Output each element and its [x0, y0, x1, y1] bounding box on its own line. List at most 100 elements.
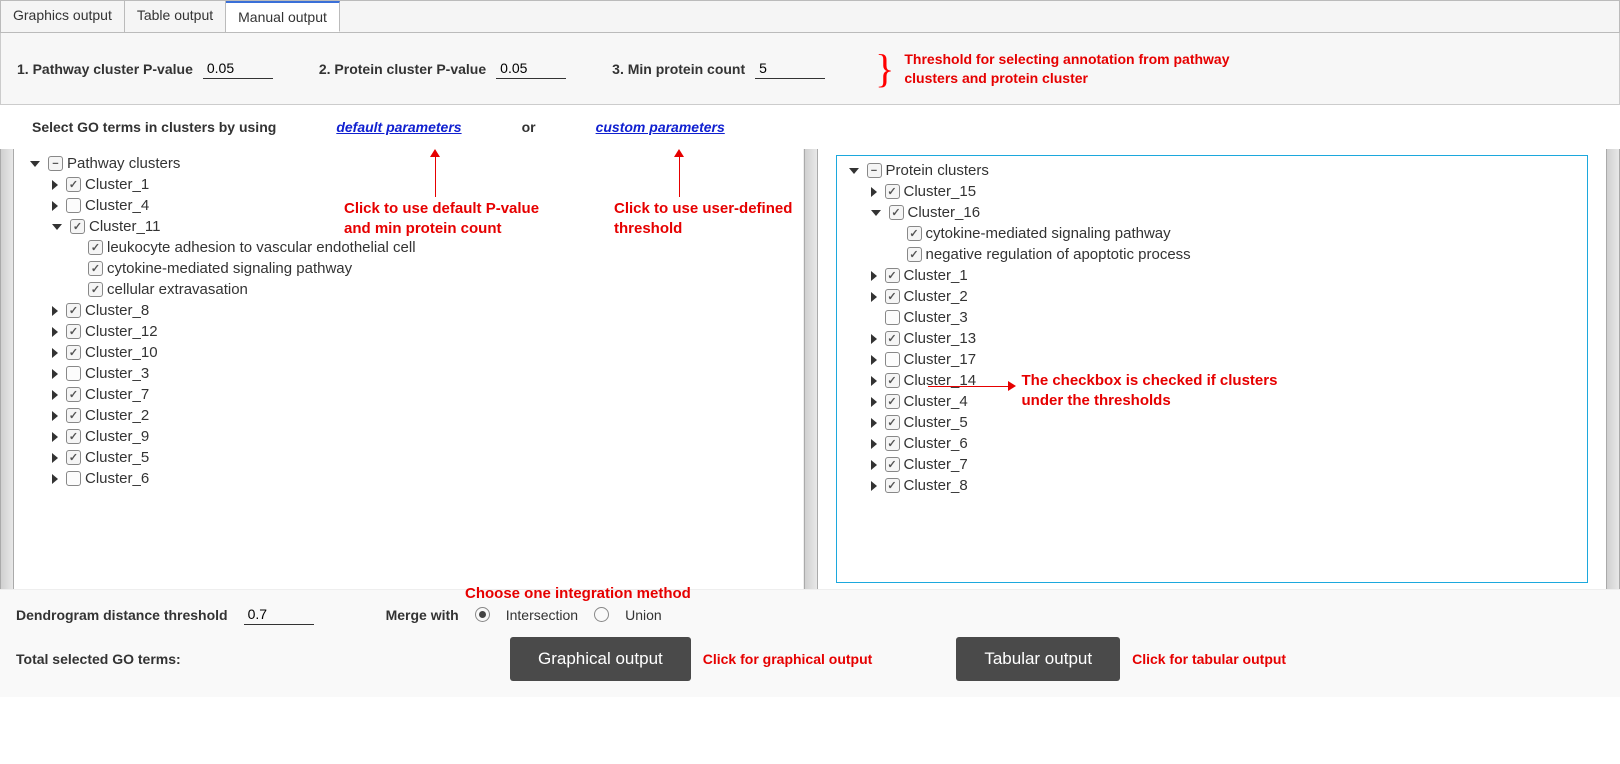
caret-right-icon[interactable] [52, 369, 58, 379]
cluster-checkbox[interactable] [885, 415, 900, 430]
term-checkbox[interactable] [907, 247, 922, 262]
tree-node[interactable]: Cluster_5 [843, 412, 1582, 433]
caret-right-icon[interactable] [52, 180, 58, 190]
caret-right-icon[interactable] [52, 327, 58, 337]
tree-node[interactable]: Cluster_4 [843, 391, 1582, 412]
cluster-checkbox[interactable] [66, 387, 81, 402]
caret-down-icon[interactable] [871, 210, 881, 216]
caret-down-icon[interactable] [52, 224, 62, 230]
cluster-checkbox[interactable] [885, 394, 900, 409]
protein-root-row[interactable]: Protein clusters [843, 160, 1582, 181]
intersection-radio[interactable] [475, 607, 490, 622]
caret-right-icon[interactable] [52, 390, 58, 400]
tree-leaf[interactable]: leukocyte adhesion to vascular endotheli… [24, 237, 793, 258]
cluster-checkbox[interactable] [66, 429, 81, 444]
tree-node[interactable]: Cluster_8 [24, 300, 793, 321]
tabular-output-button[interactable]: Tabular output [956, 637, 1120, 681]
tree-node[interactable]: Cluster_2 [24, 405, 793, 426]
pathway-root-row[interactable]: Pathway clusters [24, 153, 793, 174]
cluster-checkbox[interactable] [885, 310, 900, 325]
cluster-checkbox[interactable] [885, 457, 900, 472]
cluster-checkbox[interactable] [885, 373, 900, 388]
cluster-checkbox[interactable] [885, 352, 900, 367]
cluster-checkbox[interactable] [66, 198, 81, 213]
caret-right-icon[interactable] [52, 306, 58, 316]
tab-manual[interactable]: Manual output [226, 1, 340, 32]
tree-leaf[interactable]: negative regulation of apoptotic process [843, 244, 1582, 265]
tree-node[interactable]: Cluster_6 [843, 433, 1582, 454]
tree-node[interactable]: Cluster_15 [843, 181, 1582, 202]
term-checkbox[interactable] [88, 240, 103, 255]
tree-node[interactable]: Cluster_5 [24, 447, 793, 468]
cluster-checkbox[interactable] [889, 205, 904, 220]
cluster-checkbox[interactable] [66, 471, 81, 486]
tree-node[interactable]: Cluster_8 [843, 475, 1582, 496]
caret-right-icon[interactable] [871, 439, 877, 449]
tree-node[interactable]: Cluster_16 [843, 202, 1582, 223]
caret-down-icon[interactable] [30, 161, 40, 167]
term-checkbox[interactable] [88, 282, 103, 297]
caret-right-icon[interactable] [52, 432, 58, 442]
tree-node[interactable]: Cluster_12 [24, 321, 793, 342]
left-scrollbar[interactable] [0, 149, 14, 589]
cluster-checkbox[interactable] [66, 408, 81, 423]
tree-node[interactable]: Cluster_10 [24, 342, 793, 363]
tree-leaf[interactable]: cellular extravasation [24, 279, 793, 300]
cluster-checkbox[interactable] [885, 331, 900, 346]
tab-table[interactable]: Table output [125, 1, 226, 32]
pathway-root-checkbox[interactable] [48, 156, 63, 171]
distance-input[interactable] [244, 604, 314, 625]
mid-scrollbar-left[interactable] [804, 149, 818, 589]
cluster-checkbox[interactable] [885, 289, 900, 304]
term-checkbox[interactable] [88, 261, 103, 276]
tree-node[interactable]: Cluster_3 [843, 307, 1582, 328]
tree-leaf[interactable]: cytokine-mediated signaling pathway [24, 258, 793, 279]
cluster-checkbox[interactable] [66, 450, 81, 465]
caret-right-icon[interactable] [52, 411, 58, 421]
tree-node[interactable]: Cluster_13 [843, 328, 1582, 349]
tab-graphics[interactable]: Graphics output [1, 1, 125, 32]
default-parameters-link[interactable]: default parameters [336, 119, 461, 135]
min-protein-input[interactable] [755, 58, 825, 79]
cluster-checkbox[interactable] [885, 184, 900, 199]
caret-right-icon[interactable] [871, 355, 877, 365]
caret-right-icon[interactable] [871, 460, 877, 470]
cluster-checkbox[interactable] [70, 219, 85, 234]
cluster-checkbox[interactable] [66, 324, 81, 339]
caret-right-icon[interactable] [871, 292, 877, 302]
graphical-output-button[interactable]: Graphical output [510, 637, 691, 681]
caret-right-icon[interactable] [52, 348, 58, 358]
caret-down-icon[interactable] [849, 168, 859, 174]
caret-right-icon[interactable] [871, 418, 877, 428]
tree-node[interactable]: Cluster_7 [843, 454, 1582, 475]
cluster-checkbox[interactable] [66, 303, 81, 318]
cluster-checkbox[interactable] [885, 436, 900, 451]
tree-leaf[interactable]: cytokine-mediated signaling pathway [843, 223, 1582, 244]
tree-node[interactable]: Cluster_17 [843, 349, 1582, 370]
caret-right-icon[interactable] [871, 376, 877, 386]
right-scrollbar[interactable] [1606, 149, 1620, 589]
term-checkbox[interactable] [907, 226, 922, 241]
tree-node[interactable]: Cluster_6 [24, 468, 793, 489]
caret-right-icon[interactable] [52, 453, 58, 463]
caret-right-icon[interactable] [871, 187, 877, 197]
caret-right-icon[interactable] [871, 481, 877, 491]
tree-node[interactable]: Cluster_1 [24, 174, 793, 195]
caret-right-icon[interactable] [871, 397, 877, 407]
cluster-checkbox[interactable] [66, 345, 81, 360]
protein-root-checkbox[interactable] [867, 163, 882, 178]
cluster-checkbox[interactable] [66, 366, 81, 381]
tree-node[interactable]: Cluster_14 [843, 370, 1582, 391]
tree-node[interactable]: Cluster_7 [24, 384, 793, 405]
tree-node[interactable]: Cluster_11 [24, 216, 793, 237]
tree-node[interactable]: Cluster_4 [24, 195, 793, 216]
pathway-pvalue-input[interactable] [203, 58, 273, 79]
cluster-checkbox[interactable] [66, 177, 81, 192]
union-radio[interactable] [594, 607, 609, 622]
tree-node[interactable]: Cluster_1 [843, 265, 1582, 286]
protein-pvalue-input[interactable] [496, 58, 566, 79]
caret-right-icon[interactable] [871, 334, 877, 344]
cluster-checkbox[interactable] [885, 478, 900, 493]
caret-right-icon[interactable] [52, 474, 58, 484]
custom-parameters-link[interactable]: custom parameters [596, 119, 725, 135]
